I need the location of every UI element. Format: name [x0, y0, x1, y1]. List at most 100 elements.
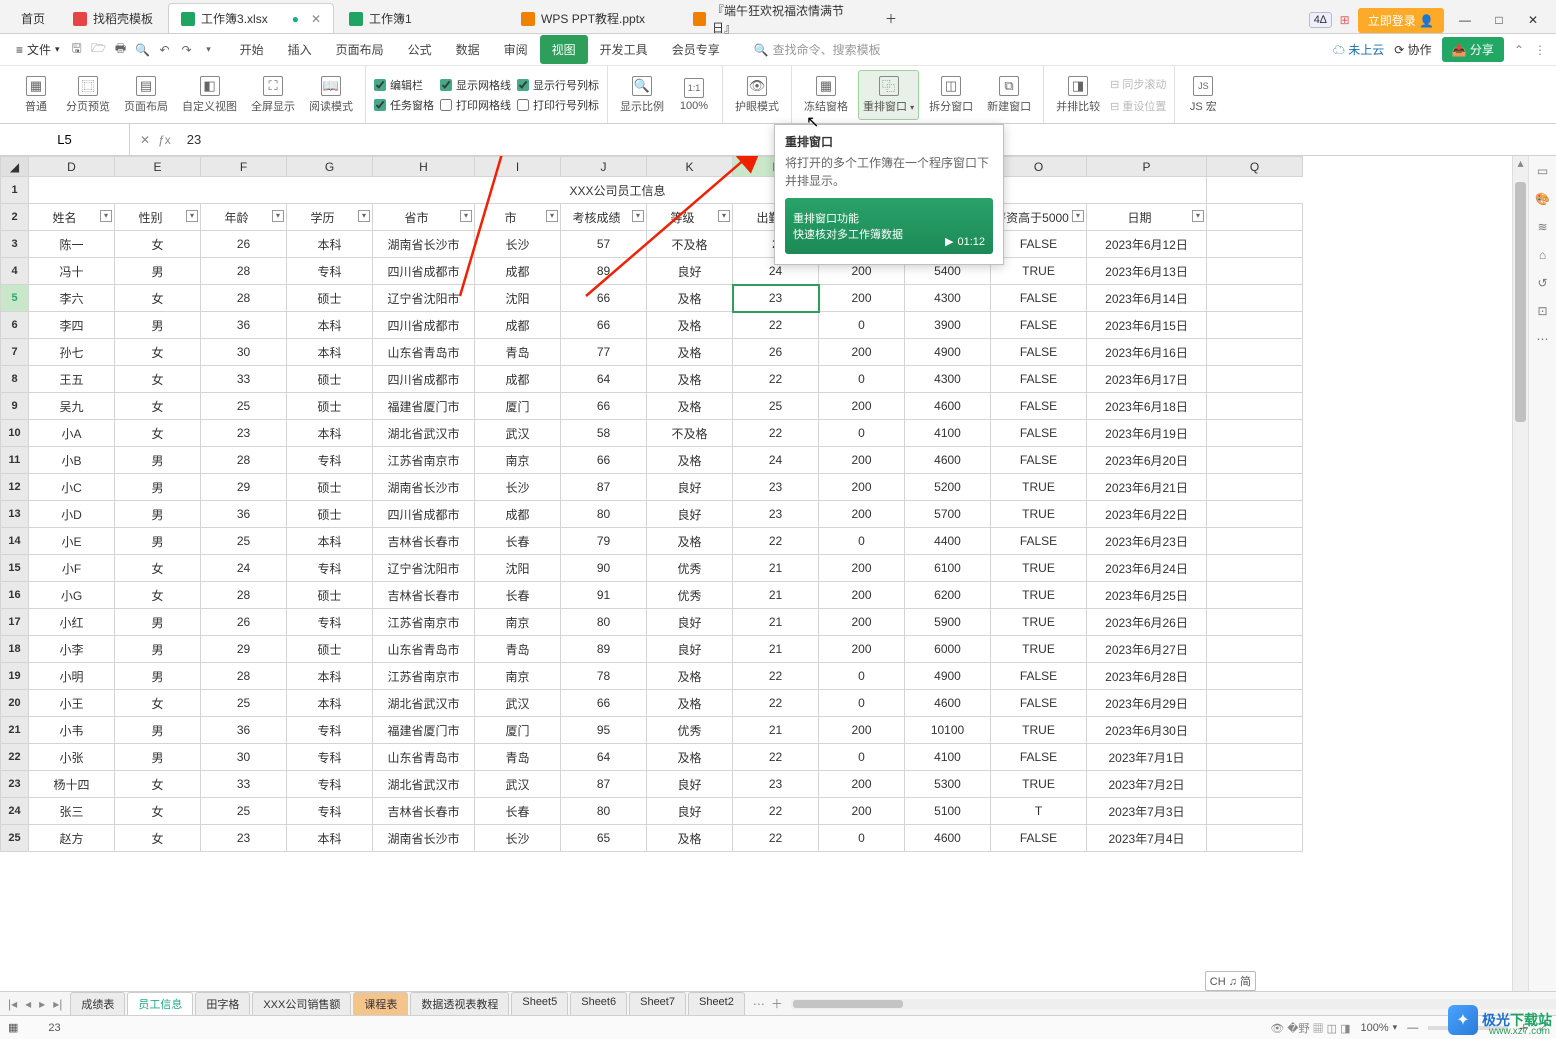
menu-tab-数据[interactable]: 数据: [444, 35, 492, 64]
redo-icon[interactable]: ↷: [178, 41, 196, 59]
tab-new[interactable]: ＋: [872, 3, 910, 33]
cell[interactable]: 长沙: [475, 474, 561, 501]
cell[interactable]: 及格: [647, 690, 733, 717]
cell[interactable]: 成都: [475, 312, 561, 339]
cell[interactable]: 25: [201, 798, 287, 825]
cell[interactable]: 28: [201, 663, 287, 690]
row-header[interactable]: 3: [1, 231, 29, 258]
header-cell[interactable]: 等级▾: [647, 204, 733, 231]
cell[interactable]: 长春: [475, 528, 561, 555]
tooltip-video-thumb[interactable]: 重排窗口功能 快速核对多工作簿数据 ▶01:12: [785, 198, 993, 254]
cell[interactable]: 6200: [905, 582, 991, 609]
row-header[interactable]: 19: [1, 663, 29, 690]
cell[interactable]: [1207, 474, 1303, 501]
cell[interactable]: 湖南省长沙市: [373, 825, 475, 852]
fullscreen-status-icon[interactable]: ⤢: [1539, 1021, 1548, 1034]
cell[interactable]: 25: [733, 393, 819, 420]
cloud-status[interactable]: ☁ 未上云: [1333, 41, 1384, 58]
add-sheet-icon[interactable]: ＋: [771, 995, 783, 1012]
cell[interactable]: 张三: [29, 798, 115, 825]
cell[interactable]: 专科: [287, 609, 373, 636]
cell[interactable]: 64: [561, 744, 647, 771]
ribbon-collapse-icon[interactable]: ⌃: [1514, 43, 1524, 57]
zoom-out-icon[interactable]: —: [1407, 1022, 1418, 1034]
cell[interactable]: 硕士: [287, 582, 373, 609]
cell[interactable]: 0: [819, 366, 905, 393]
cell[interactable]: 28: [201, 258, 287, 285]
menu-tab-公式[interactable]: 公式: [396, 35, 444, 64]
header-cell[interactable]: 日期▾: [1087, 204, 1207, 231]
filter-dropdown-icon[interactable]: ▾: [460, 210, 472, 222]
cell[interactable]: [1207, 420, 1303, 447]
cell[interactable]: FALSE: [991, 663, 1087, 690]
menu-tab-审阅[interactable]: 审阅: [492, 35, 540, 64]
cell[interactable]: 湖南省长沙市: [373, 231, 475, 258]
cell[interactable]: 孙七: [29, 339, 115, 366]
cell[interactable]: 200: [819, 717, 905, 744]
row-header[interactable]: 14: [1, 528, 29, 555]
filter-dropdown-icon[interactable]: ▾: [632, 210, 644, 222]
row-header[interactable]: 21: [1, 717, 29, 744]
cell[interactable]: 200: [819, 393, 905, 420]
cell[interactable]: 及格: [647, 393, 733, 420]
cell[interactable]: 本科: [287, 690, 373, 717]
cell[interactable]: 87: [561, 474, 647, 501]
cell[interactable]: 及格: [647, 366, 733, 393]
view-custom-button[interactable]: ◧自定义视图: [178, 70, 241, 120]
col-header-J[interactable]: J: [561, 157, 647, 177]
row-header[interactable]: 10: [1, 420, 29, 447]
cell[interactable]: 长春: [475, 582, 561, 609]
cell[interactable]: FALSE: [991, 339, 1087, 366]
cell[interactable]: 女: [115, 366, 201, 393]
cell[interactable]: 四川省成都市: [373, 501, 475, 528]
cell[interactable]: 小E: [29, 528, 115, 555]
cell[interactable]: 77: [561, 339, 647, 366]
cell[interactable]: 3900: [905, 312, 991, 339]
arrange-windows-button[interactable]: ⿻重排窗口 ▾: [858, 70, 919, 120]
cell[interactable]: 28: [201, 285, 287, 312]
cell[interactable]: 2023年7月1日: [1087, 744, 1207, 771]
cell[interactable]: [1207, 204, 1303, 231]
cell[interactable]: 男: [115, 609, 201, 636]
filter-dropdown-icon[interactable]: ▾: [100, 210, 112, 222]
cell[interactable]: 湖北省武汉市: [373, 771, 475, 798]
cell[interactable]: T: [991, 798, 1087, 825]
cell[interactable]: [1207, 690, 1303, 717]
col-header-H[interactable]: H: [373, 157, 475, 177]
cell[interactable]: 4300: [905, 285, 991, 312]
cell[interactable]: 2023年6月30日: [1087, 717, 1207, 744]
horizontal-scrollbar[interactable]: [791, 999, 1556, 1009]
cell[interactable]: 36: [201, 717, 287, 744]
cell[interactable]: TRUE: [991, 717, 1087, 744]
menu-tab-视图[interactable]: 视图: [540, 35, 588, 64]
cell[interactable]: [1207, 825, 1303, 852]
cell[interactable]: 男: [115, 744, 201, 771]
apps-icon[interactable]: ⊞: [1340, 13, 1350, 27]
menu-tab-会员专享[interactable]: 会员专享: [660, 35, 732, 64]
scroll-thumb[interactable]: [1515, 182, 1526, 422]
spreadsheet-grid[interactable]: ◢DEFGHIJKLMNOPQ 1XXX公司员工信息2姓名▾性别▾年龄▾学历▾省…: [0, 156, 1303, 852]
cell[interactable]: 21: [733, 717, 819, 744]
minimize-icon[interactable]: —: [1452, 7, 1478, 33]
cell[interactable]: 2023年7月3日: [1087, 798, 1207, 825]
sheet-tab[interactable]: 数据透视表教程: [410, 992, 509, 1015]
row-header[interactable]: 25: [1, 825, 29, 852]
cell[interactable]: 硕士: [287, 474, 373, 501]
select-pane-icon[interactable]: ▭: [1534, 162, 1552, 180]
cell[interactable]: 2023年6月27日: [1087, 636, 1207, 663]
cell[interactable]: 良好: [647, 258, 733, 285]
cell[interactable]: 女: [115, 582, 201, 609]
cell[interactable]: 28: [201, 447, 287, 474]
sheet-prev-icon[interactable]: ◂: [23, 997, 33, 1011]
cell[interactable]: 200: [819, 636, 905, 663]
cell[interactable]: 良好: [647, 636, 733, 663]
cell[interactable]: 专科: [287, 555, 373, 582]
cell[interactable]: FALSE: [991, 528, 1087, 555]
hscroll-thumb[interactable]: [793, 1000, 903, 1008]
cell[interactable]: 57: [561, 231, 647, 258]
cell[interactable]: 及格: [647, 312, 733, 339]
row-header[interactable]: 9: [1, 393, 29, 420]
cell[interactable]: 36: [201, 312, 287, 339]
cell[interactable]: 及格: [647, 285, 733, 312]
cell[interactable]: 及格: [647, 339, 733, 366]
